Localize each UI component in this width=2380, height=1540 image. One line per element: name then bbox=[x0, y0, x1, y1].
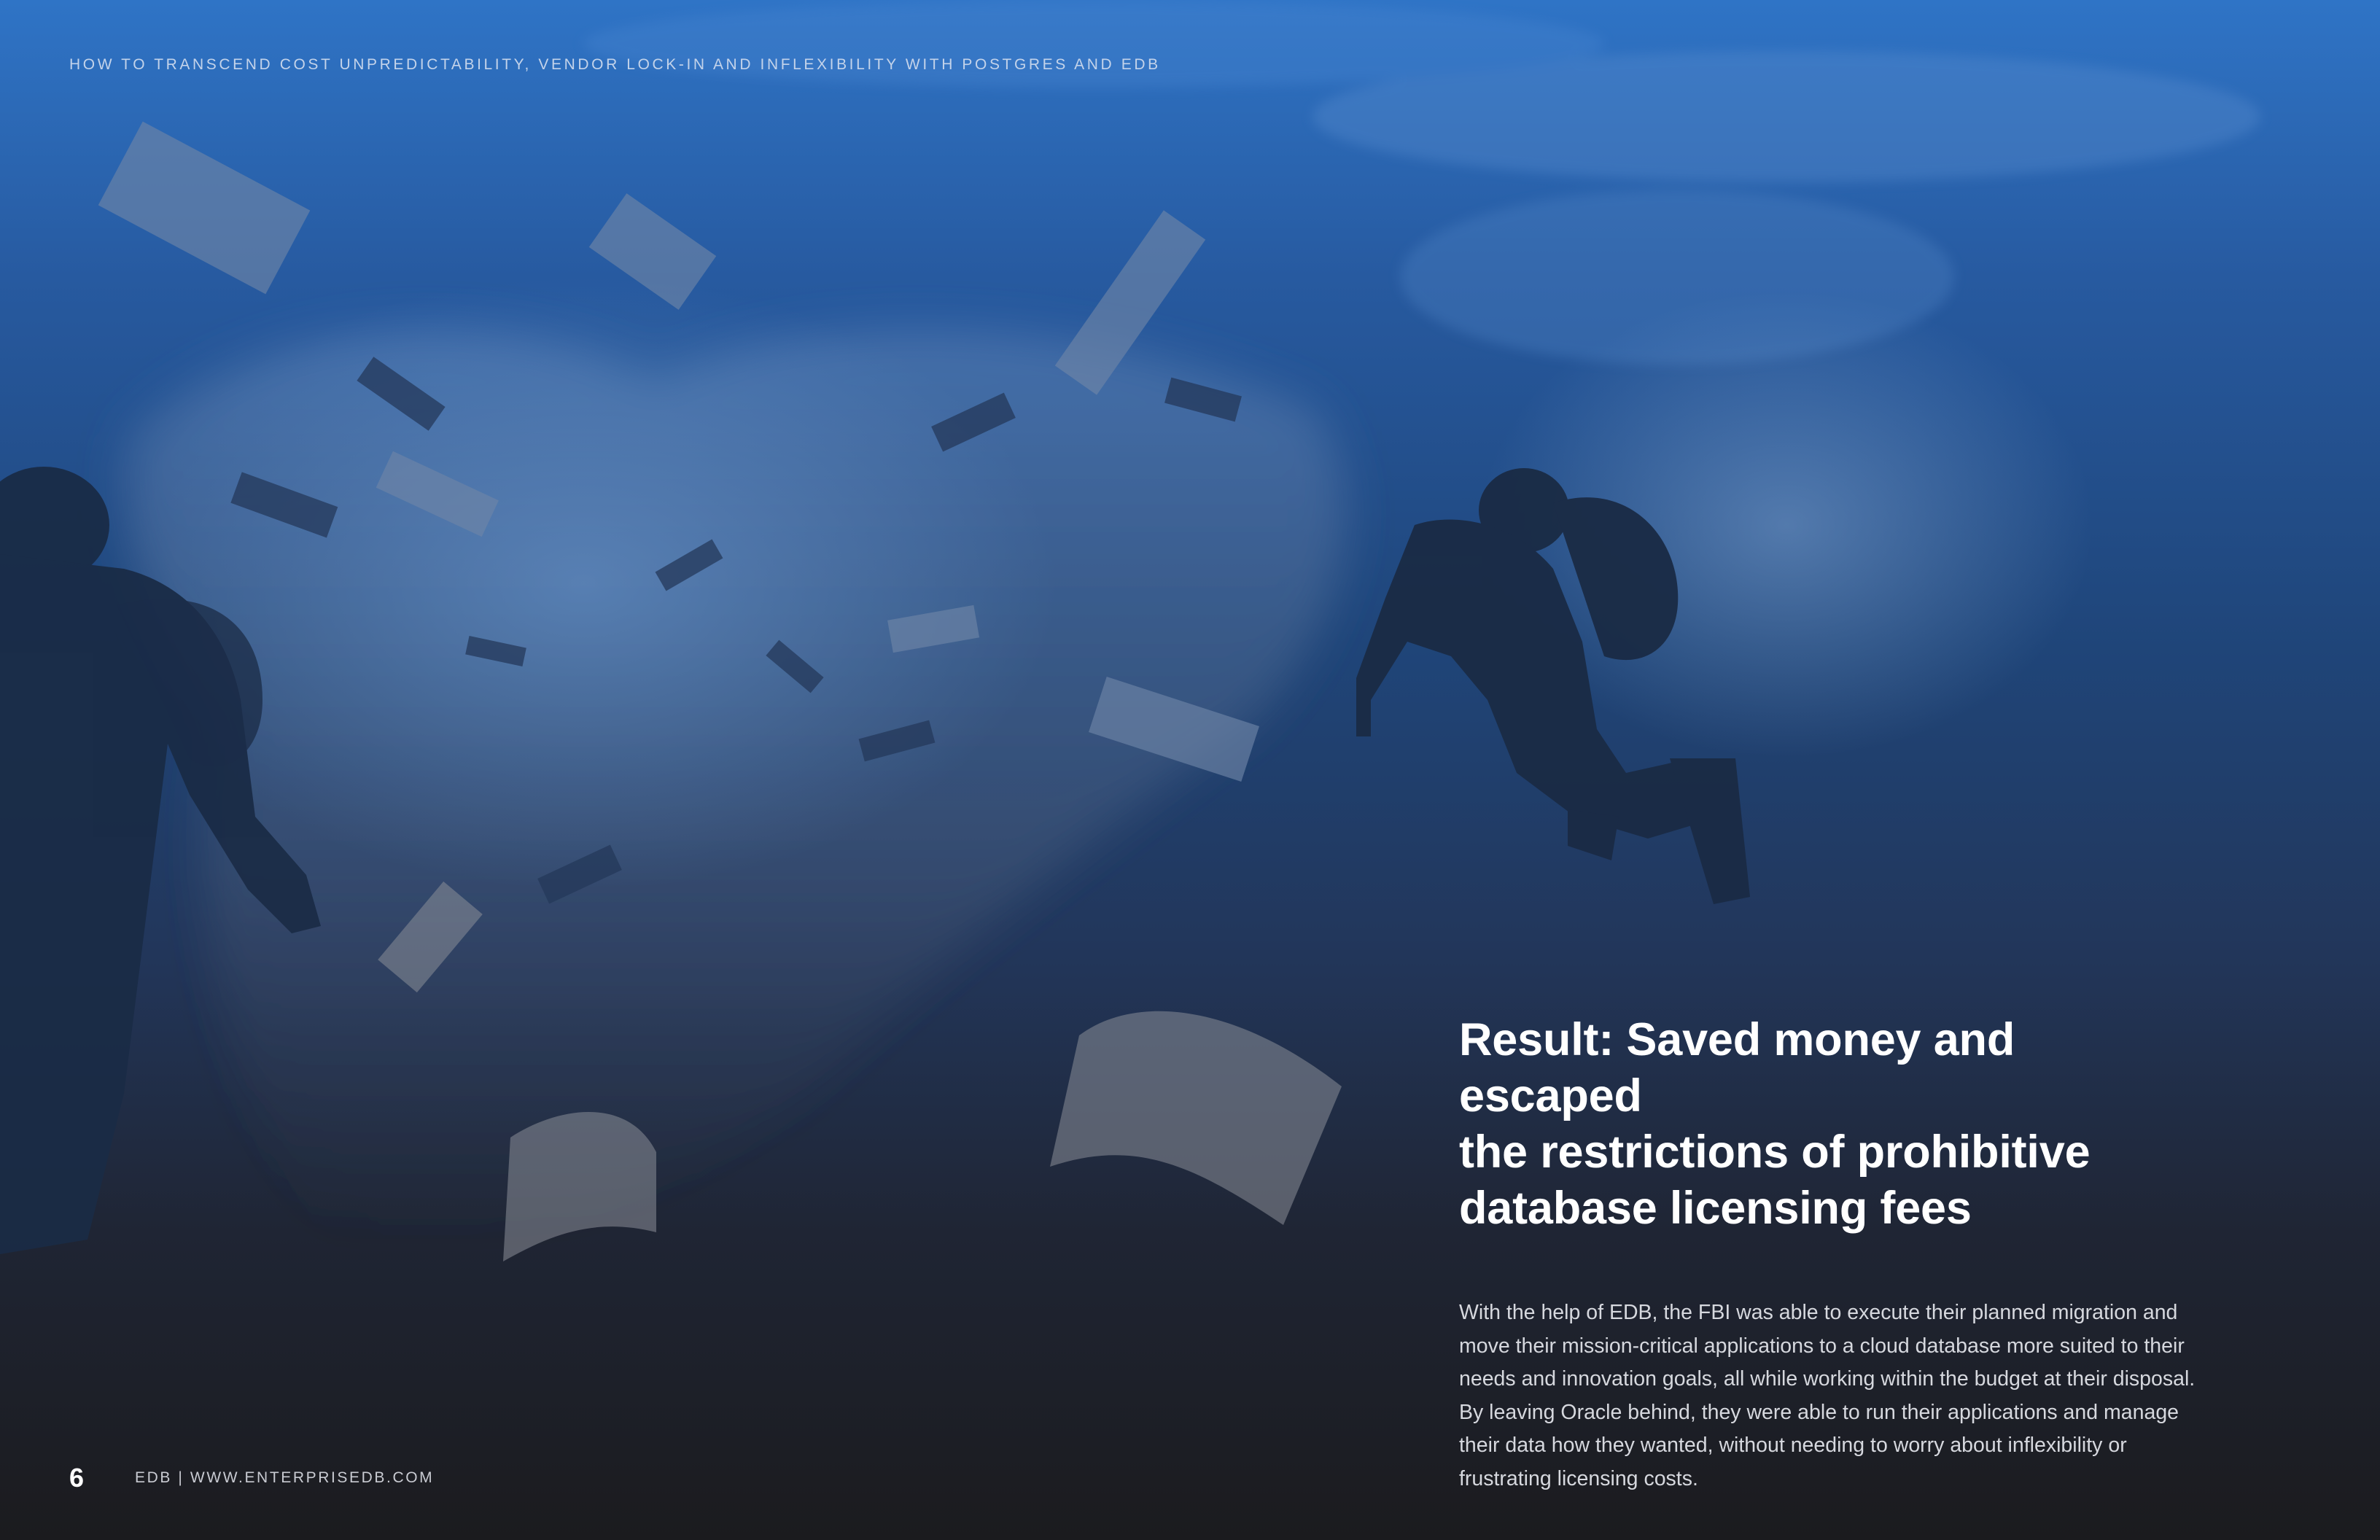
body-line: needs and innovation goals, all while wo… bbox=[1459, 1367, 2196, 1391]
footer-site-link[interactable]: EDB | WWW.ENTERPRISEDB.COM bbox=[135, 1469, 434, 1487]
headline-line: database licensing fees bbox=[1459, 1183, 1972, 1234]
body-line: their data how they wanted, without need… bbox=[1459, 1434, 2127, 1457]
headline-line: the restrictions of prohibitive bbox=[1459, 1127, 2091, 1178]
body-line: With the help of EDB, the FBI was able t… bbox=[1459, 1301, 2178, 1324]
body-line: move their mission-critical applications… bbox=[1459, 1334, 2185, 1358]
page-number: 6 bbox=[69, 1463, 85, 1493]
headline-line: Result: Saved money and escaped bbox=[1459, 1014, 2015, 1121]
page-footer: 6 EDB | WWW.ENTERPRISEDB.COM bbox=[69, 1463, 434, 1493]
result-headline: Result: Saved money and escaped the rest… bbox=[1459, 1012, 2210, 1237]
result-section: Result: Saved money and escaped the rest… bbox=[1459, 1012, 2210, 1496]
result-body-paragraph: With the help of EDB, the FBI was able t… bbox=[1459, 1296, 2210, 1496]
running-header: HOW TO TRANSCEND COST UNPREDICTABILITY, … bbox=[69, 56, 1161, 73]
body-line: By leaving Oracle behind, they were able… bbox=[1459, 1400, 2179, 1424]
body-line: frustrating licensing costs. bbox=[1459, 1466, 1698, 1490]
